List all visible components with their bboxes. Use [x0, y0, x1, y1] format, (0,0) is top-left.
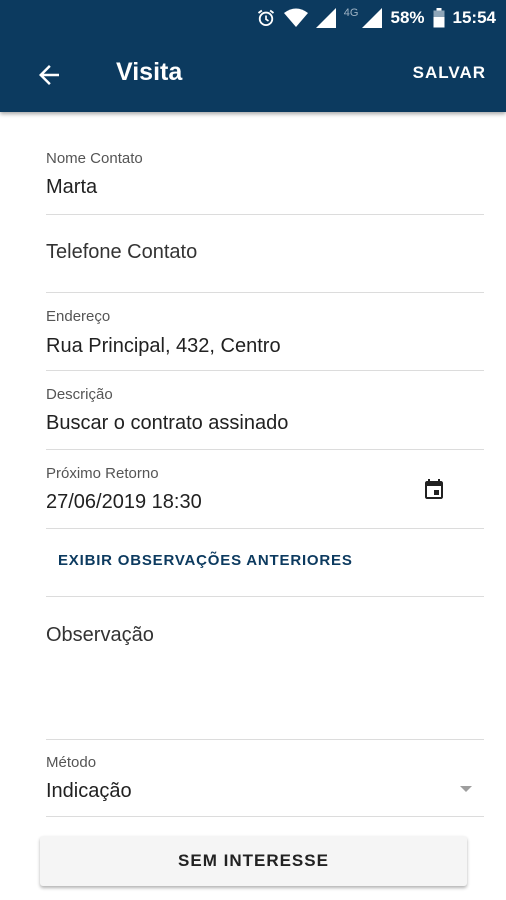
telefone-contato-placeholder[interactable]: Telefone Contato [46, 241, 197, 264]
endereco-label: Endereço [46, 308, 111, 325]
descricao-value[interactable]: Buscar o contrato assinado [46, 412, 288, 435]
metodo-label: Método [46, 754, 97, 771]
observacao-field[interactable]: Observação [46, 596, 484, 740]
page-title: Visita [116, 58, 183, 86]
telefone-contato-field[interactable]: Telefone Contato [46, 214, 484, 293]
observacao-placeholder[interactable]: Observação [46, 624, 154, 647]
network-type: 4G [343, 7, 359, 19]
signal-icon-2 [362, 8, 383, 28]
proximo-retorno-label: Próximo Retorno [46, 465, 159, 482]
status-bar: 4G 58% 15:54 [256, 5, 496, 31]
alarm-icon [256, 8, 276, 28]
metodo-field[interactable]: Método Indicação [46, 739, 484, 817]
nome-contato-label: Nome Contato [46, 150, 143, 167]
show-previous-observations-button[interactable]: EXIBIR OBSERVAÇÕES ANTERIORES [58, 552, 353, 569]
save-button[interactable]: SALVAR [413, 63, 486, 83]
arrow-left-icon [39, 65, 59, 85]
descricao-label: Descrição [46, 386, 113, 403]
back-button[interactable] [34, 60, 64, 90]
descricao-field[interactable]: Descrição Buscar o contrato assinado [46, 370, 484, 450]
signal-icon [315, 8, 336, 28]
sem-interesse-button[interactable]: SEM INTERESSE [40, 836, 467, 886]
calendar-icon[interactable] [422, 478, 446, 502]
battery-icon [433, 8, 445, 28]
proximo-retorno-field[interactable]: Próximo Retorno 27/06/2019 18:30 [46, 449, 484, 529]
wifi-icon [283, 8, 308, 28]
dropdown-arrow-icon[interactable] [460, 786, 472, 792]
endereco-field[interactable]: Endereço Rua Principal, 432, Centro [46, 292, 484, 371]
proximo-retorno-value[interactable]: 27/06/2019 18:30 [46, 491, 202, 514]
nome-contato-field[interactable]: Nome Contato Marta [46, 140, 484, 215]
metodo-value[interactable]: Indicação [46, 780, 132, 803]
nome-contato-value[interactable]: Marta [46, 176, 97, 199]
clock-time: 15:54 [452, 8, 496, 27]
endereco-value[interactable]: Rua Principal, 432, Centro [46, 335, 281, 358]
app-bar: 4G 58% 15:54 Visita SALVAR [0, 0, 506, 112]
battery-percent: 58% [390, 8, 425, 27]
